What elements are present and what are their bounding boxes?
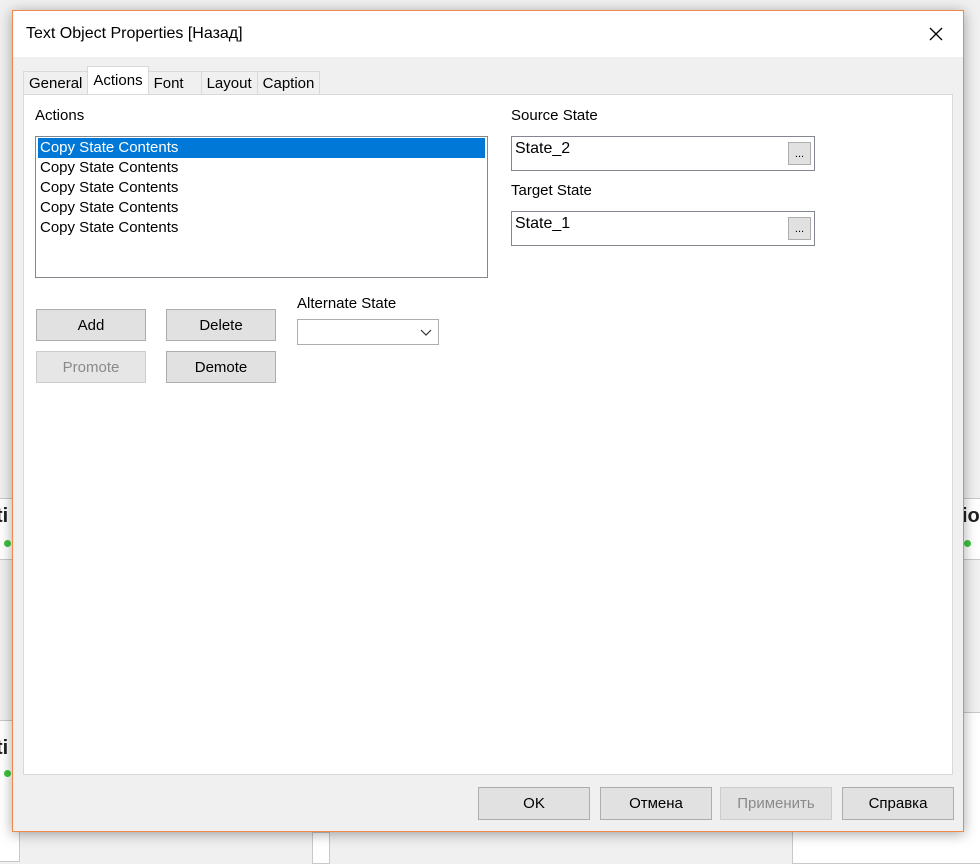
- tab-general[interactable]: General: [23, 71, 89, 94]
- close-button[interactable]: [909, 11, 963, 57]
- source-state-field[interactable]: State_2 ...: [511, 136, 815, 171]
- add-button[interactable]: Add: [36, 309, 146, 341]
- list-item[interactable]: Copy State Contents: [38, 158, 485, 178]
- source-state-label: Source State: [511, 107, 598, 124]
- status-dot-icon: [964, 540, 971, 547]
- background-card-bottom-a: [312, 832, 330, 864]
- actions-panel: Actions Copy State Contents Copy State C…: [23, 94, 953, 775]
- actions-listbox[interactable]: Copy State Contents Copy State Contents …: [35, 136, 488, 278]
- actions-label: Actions: [35, 107, 85, 124]
- background-fragment-left-lower: ti: [0, 737, 9, 759]
- list-item[interactable]: Copy State Contents: [38, 178, 485, 198]
- tab-font[interactable]: Font: [147, 71, 202, 94]
- status-dot-icon: [4, 540, 11, 547]
- apply-button[interactable]: Применить: [720, 787, 832, 820]
- status-dot-icon: [4, 770, 11, 777]
- delete-button[interactable]: Delete: [166, 309, 276, 341]
- list-item[interactable]: Copy State Contents: [38, 218, 485, 238]
- list-item[interactable]: Copy State Contents: [38, 198, 485, 218]
- text-object-properties-dialog: Text Object Properties [Назад] General A…: [12, 10, 964, 832]
- ok-button[interactable]: OK: [478, 787, 590, 820]
- promote-button[interactable]: Promote: [36, 351, 146, 383]
- background-fragment-left: ti: [0, 505, 9, 527]
- source-state-browse-button[interactable]: ...: [788, 142, 811, 165]
- target-state-browse-button[interactable]: ...: [788, 217, 811, 240]
- tab-layout[interactable]: Layout: [200, 71, 258, 94]
- chevron-down-icon: [420, 329, 432, 336]
- tab-actions[interactable]: Actions: [87, 66, 149, 94]
- cancel-button[interactable]: Отмена: [600, 787, 712, 820]
- dialog-title: Text Object Properties [Назад]: [26, 25, 243, 42]
- title-bar: Text Object Properties [Назад]: [13, 11, 963, 57]
- target-state-label: Target State: [511, 182, 592, 199]
- alternate-state-label: Alternate State: [297, 295, 397, 312]
- tab-caption[interactable]: Caption: [256, 71, 321, 94]
- tab-strip: General Actions Font Layout Caption: [23, 66, 321, 94]
- alternate-state-select[interactable]: [297, 319, 439, 345]
- close-icon: [929, 27, 943, 41]
- background-fragment-right: io: [962, 505, 980, 527]
- target-state-value: State_1: [515, 215, 571, 232]
- list-item[interactable]: Copy State Contents: [38, 138, 485, 158]
- demote-button[interactable]: Demote: [166, 351, 276, 383]
- target-state-field[interactable]: State_1 ...: [511, 211, 815, 246]
- help-button[interactable]: Справка: [842, 787, 954, 820]
- source-state-value: State_2: [515, 140, 571, 157]
